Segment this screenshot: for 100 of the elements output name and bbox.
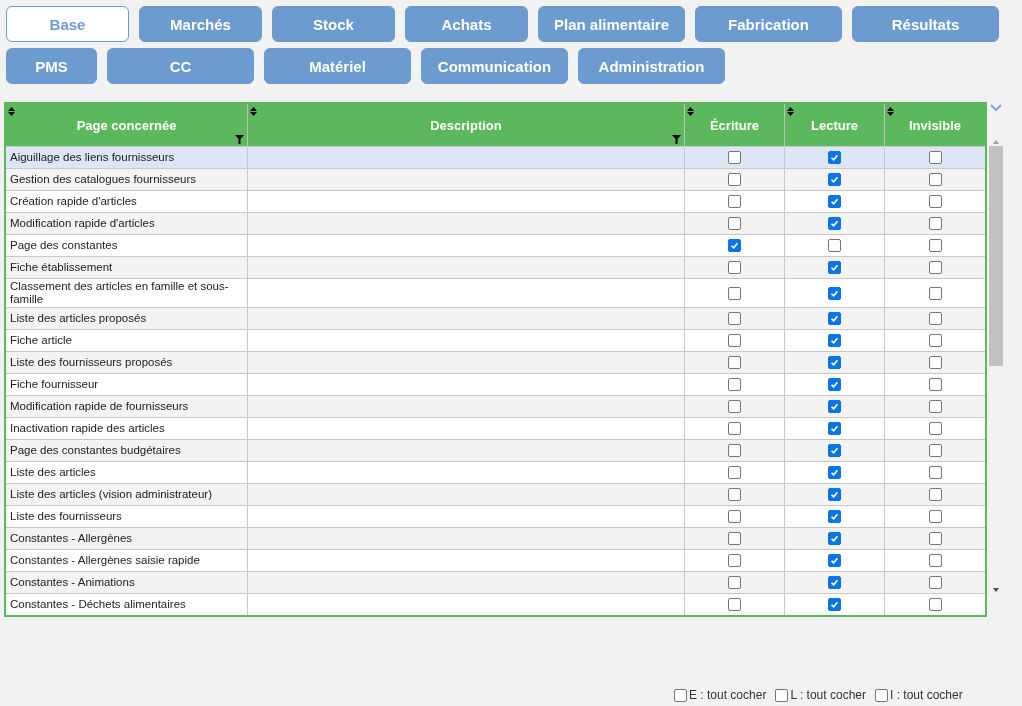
checkbox[interactable] [928, 532, 942, 545]
checkbox[interactable] [928, 312, 942, 325]
table-row[interactable]: Fiche article [6, 329, 985, 351]
checkbox[interactable] [828, 334, 841, 347]
table-row[interactable]: Liste des fournisseurs [6, 505, 985, 527]
checkbox[interactable] [828, 598, 841, 611]
checkbox[interactable] [828, 312, 841, 325]
checkbox[interactable] [928, 378, 942, 391]
checkbox[interactable] [728, 488, 741, 501]
checkbox[interactable] [728, 532, 741, 545]
filter-icon[interactable] [672, 135, 681, 144]
checkbox[interactable] [728, 217, 741, 230]
checkbox[interactable] [928, 151, 942, 164]
checkbox-label[interactable]: L : tout cocher [790, 688, 866, 702]
checkbox[interactable] [928, 173, 942, 186]
checkbox[interactable] [828, 576, 841, 589]
checkbox[interactable] [928, 488, 942, 501]
sort-icon[interactable] [8, 107, 15, 116]
checkbox[interactable] [928, 286, 942, 300]
checkbox[interactable] [828, 261, 841, 274]
checkbox[interactable] [928, 422, 942, 435]
checkbox[interactable] [728, 422, 741, 435]
checkbox-label[interactable]: I : tout cocher [890, 688, 963, 702]
table-row[interactable]: Modification rapide d'articles [6, 212, 985, 234]
checkbox[interactable] [828, 378, 841, 391]
checkbox[interactable] [928, 239, 942, 252]
checkbox[interactable] [728, 195, 741, 208]
checkbox[interactable] [928, 554, 942, 567]
checkbox[interactable] [928, 400, 942, 413]
table-row[interactable]: Page des constantes [6, 234, 985, 256]
checkmark-icon [829, 313, 840, 324]
scroll-down-icon[interactable] [992, 586, 1000, 594]
table-row[interactable]: Classement des articles en famille et sous-famille [6, 278, 985, 307]
checkbox[interactable] [728, 286, 741, 300]
checkbox[interactable] [828, 400, 841, 413]
checkbox[interactable] [828, 510, 841, 523]
checkbox[interactable] [875, 688, 888, 702]
checkbox[interactable] [728, 576, 741, 589]
checkbox[interactable] [928, 510, 942, 523]
checkbox[interactable] [728, 466, 741, 479]
table-row[interactable]: Gestion des catalogues fournisseurs [6, 168, 985, 190]
table-row[interactable]: Constantes - Animations [6, 571, 985, 593]
filter-icon[interactable] [235, 135, 244, 144]
checkbox[interactable] [828, 466, 841, 479]
checkbox[interactable] [728, 312, 741, 325]
checkbox[interactable] [728, 334, 741, 347]
table-row[interactable]: Liste des articles (vision administrateur) [6, 483, 985, 505]
checkbox[interactable] [728, 356, 741, 369]
checkbox[interactable] [828, 532, 841, 545]
checkbox[interactable] [674, 688, 687, 702]
checkbox[interactable] [828, 488, 841, 501]
sort-icon[interactable] [250, 107, 257, 116]
checkbox[interactable] [928, 576, 942, 589]
table-row[interactable]: Inactivation rapide des articles [6, 417, 985, 439]
checkbox[interactable] [728, 598, 741, 611]
checkbox[interactable] [928, 444, 942, 457]
checkbox[interactable] [828, 173, 841, 186]
checkbox[interactable] [928, 217, 942, 230]
checkbox[interactable] [828, 422, 841, 435]
table-row[interactable]: Constantes - Allergènes [6, 527, 985, 549]
checkbox[interactable] [828, 356, 841, 369]
checkbox[interactable] [728, 554, 741, 567]
checkbox[interactable] [728, 151, 741, 164]
checkbox-label[interactable]: E : tout cocher [689, 688, 767, 702]
checkbox[interactable] [828, 239, 841, 252]
table-row[interactable]: Liste des articles [6, 461, 985, 483]
checkbox[interactable] [828, 554, 841, 567]
scrollbar-thumb[interactable] [989, 146, 1003, 366]
checkbox[interactable] [928, 598, 942, 611]
checkbox[interactable] [928, 356, 942, 369]
checkbox[interactable] [828, 151, 841, 164]
checkbox[interactable] [828, 195, 841, 208]
checkbox[interactable] [828, 286, 841, 300]
checkbox[interactable] [728, 510, 741, 523]
checkbox[interactable] [828, 444, 841, 457]
table-row[interactable]: Liste des fournisseurs proposés [6, 351, 985, 373]
table-row[interactable]: Aiguillage des liens fournisseurs [6, 146, 985, 168]
sort-icon[interactable] [887, 107, 894, 116]
table-row[interactable]: Modification rapide de fournisseurs [6, 395, 985, 417]
table-row[interactable]: Fiche établissement [6, 256, 985, 278]
checkbox[interactable] [928, 261, 942, 274]
table-row[interactable]: Liste des articles proposés [6, 307, 985, 329]
checkbox[interactable] [728, 400, 741, 413]
checkbox[interactable] [728, 239, 741, 252]
checkbox[interactable] [775, 688, 789, 702]
checkbox[interactable] [828, 217, 841, 230]
checkbox[interactable] [928, 334, 942, 347]
table-row[interactable]: Page des constantes budgétaires [6, 439, 985, 461]
checkbox[interactable] [728, 444, 741, 457]
checkbox[interactable] [928, 195, 942, 208]
checkbox[interactable] [728, 378, 741, 391]
checkbox[interactable] [928, 466, 942, 479]
sort-icon[interactable] [687, 107, 694, 116]
table-row[interactable]: Création rapide d'articles [6, 190, 985, 212]
sort-icon[interactable] [787, 107, 794, 116]
table-row[interactable]: Fiche fournisseur [6, 373, 985, 395]
table-row[interactable]: Constantes - Allergènes saisie rapide [6, 549, 985, 571]
checkbox[interactable] [728, 261, 741, 274]
checkbox[interactable] [728, 173, 741, 186]
table-row[interactable]: Constantes - Déchets alimentaires [6, 593, 985, 615]
